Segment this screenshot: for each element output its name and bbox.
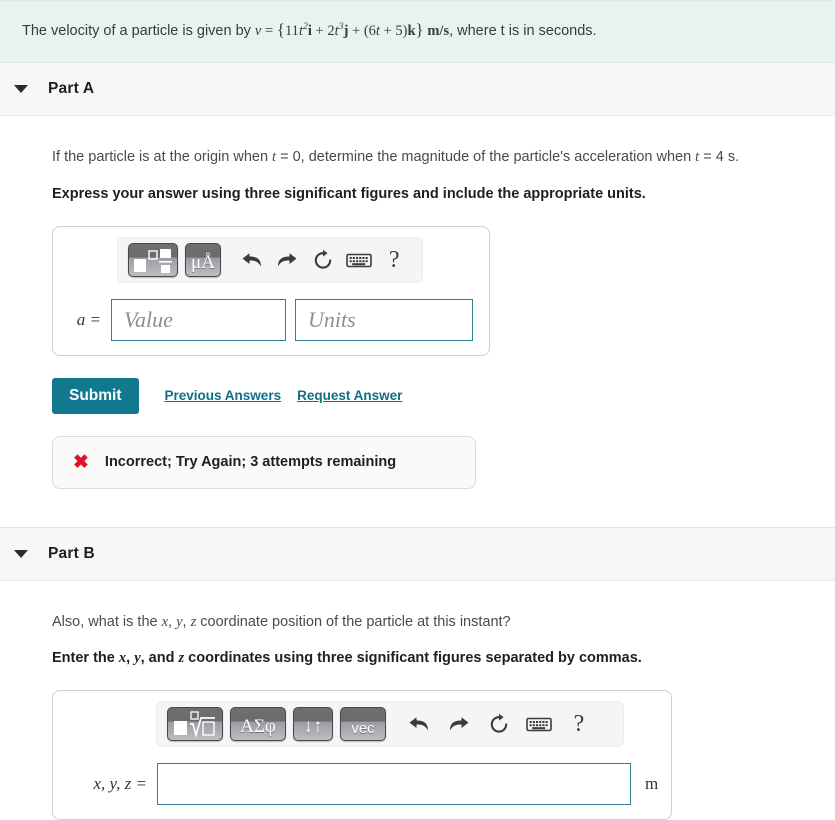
redo-button[interactable]	[439, 707, 479, 741]
part-b-question: Also, what is the x, y, z coordinate pos…	[52, 581, 835, 632]
redo-icon	[450, 717, 469, 731]
separator-1: ,	[126, 650, 135, 667]
value-input[interactable]	[111, 298, 286, 341]
question-text-3: = 4 s.	[699, 148, 740, 165]
undo-icon	[242, 252, 261, 267]
reset-icon	[314, 249, 332, 269]
part-a-body: If the particle is at the origin when t …	[0, 116, 835, 527]
problem-equation: v = {11t2i + 2t3j + (6t + 5)k} m/s	[254, 20, 450, 39]
vec-button-label: vec	[351, 720, 375, 738]
template-button[interactable]	[167, 707, 223, 742]
unit-suffix-label: m	[645, 774, 659, 794]
submit-button[interactable]: Submit	[52, 377, 139, 414]
template-root-icon	[174, 711, 215, 739]
vec-button[interactable]: vec	[340, 707, 386, 742]
units-button[interactable]: μÅ	[185, 242, 221, 277]
undo-button[interactable]	[399, 707, 439, 741]
part-b-instruction: Enter the x, y, and z coordinates using …	[52, 631, 835, 668]
separator-2: ,	[182, 613, 191, 630]
question-text-1: Also, what is the	[52, 613, 162, 630]
problem-statement: The velocity of a particle is given by v…	[0, 0, 835, 62]
template-button[interactable]	[128, 242, 179, 277]
xyz-input[interactable]	[157, 763, 631, 806]
keyboard-button[interactable]	[519, 707, 559, 741]
part-a-actions: Submit Previous Answers Request Answer	[52, 377, 835, 414]
previous-answers-link[interactable]: Previous Answers	[165, 388, 282, 403]
x-mark-icon: ✖	[73, 451, 89, 473]
redo-button[interactable]	[270, 243, 306, 277]
reset-button[interactable]	[479, 707, 519, 741]
part-b-title: Part B	[48, 544, 95, 562]
help-button[interactable]: ?	[559, 707, 599, 741]
problem-text-before: The velocity of a particle is given by	[22, 23, 251, 39]
help-label: ?	[573, 711, 585, 738]
greek-button[interactable]: ΑΣφ	[230, 707, 286, 742]
part-a-header[interactable]: Part A	[0, 61, 835, 116]
greek-button-label: ΑΣφ	[240, 716, 276, 738]
part-a-title: Part A	[48, 79, 95, 97]
separator-1: ,	[168, 613, 177, 630]
instruction-text-2: coordinates using three significant figu…	[184, 650, 642, 667]
units-button-label: μÅ	[191, 251, 215, 273]
part-a-instruction: Express your answer using three signific…	[52, 185, 646, 202]
part-a-toolbar: μÅ ?	[117, 236, 423, 283]
redo-icon	[278, 252, 297, 267]
reset-button[interactable]	[305, 243, 341, 277]
instruction-text-1: Enter the	[52, 650, 119, 667]
part-b-body: Also, what is the x, y, z coordinate pos…	[0, 581, 835, 820]
question-text-2: = 0, determine the magnitude of the part…	[276, 148, 696, 165]
undo-icon	[409, 717, 428, 731]
part-a-answer-label: a =	[76, 309, 101, 329]
part-a-feedback: ✖ Incorrect; Try Again; 3 attempts remai…	[52, 435, 476, 489]
problem-text-after: , where t is in seconds.	[449, 23, 597, 39]
template-icon	[134, 248, 173, 273]
help-label: ?	[388, 246, 400, 273]
keyboard-button[interactable]	[341, 243, 377, 277]
part-a-input-row: a =	[65, 298, 477, 341]
units-input[interactable]	[295, 298, 473, 341]
caret-down-icon[interactable]	[14, 549, 28, 558]
part-a-answer-panel: μÅ ? a = Value Units	[52, 225, 490, 356]
undo-button[interactable]	[234, 243, 270, 277]
arrows-button-label: ↓↑	[303, 716, 323, 738]
feedback-text: Incorrect; Try Again; 3 attempts remaini…	[104, 454, 397, 471]
part-b-toolbar: ΑΣφ ↓↑ vec ?	[156, 701, 624, 748]
arrows-button[interactable]: ↓↑	[293, 707, 333, 742]
help-button[interactable]: ?	[376, 243, 412, 277]
request-answer-link[interactable]: Request Answer	[297, 388, 402, 403]
part-b-header[interactable]: Part B	[0, 526, 835, 581]
question-text-2: coordinate position of the particle at t…	[196, 613, 511, 630]
question-text-1: If the particle is at the origin when	[52, 148, 273, 165]
part-a-question: If the particle is at the origin when t …	[52, 116, 835, 167]
part-b-answer-label: x, y, z =	[93, 774, 148, 794]
caret-down-icon[interactable]	[14, 84, 28, 93]
separator-2: , and	[140, 650, 179, 667]
keyboard-icon	[345, 253, 372, 267]
part-b-input-row: x, y, z = m	[65, 763, 659, 806]
keyboard-icon	[526, 718, 552, 732]
part-b-answer-panel: ΑΣφ ↓↑ vec ? x, y, z = m	[52, 690, 672, 820]
reset-icon	[490, 714, 508, 733]
